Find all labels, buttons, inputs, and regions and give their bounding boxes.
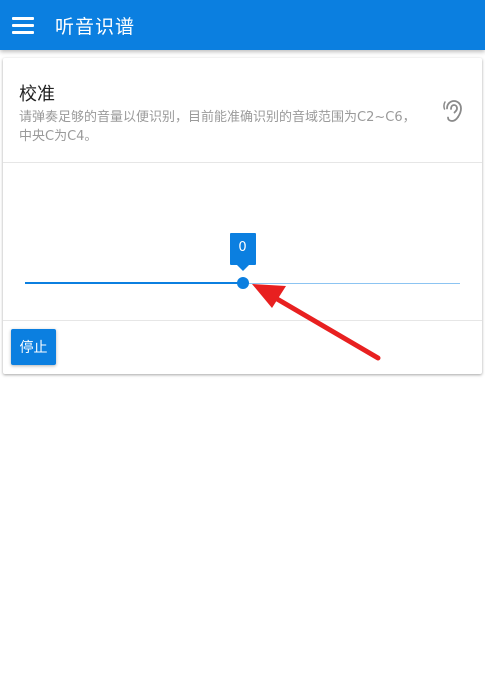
calibration-card: 校准 请弹奏足够的音量以便识别，目前能准确识别的音域范围为C2~C6，中央C为C… xyxy=(3,58,482,374)
menu-icon[interactable] xyxy=(12,15,34,35)
app-title: 听音识谱 xyxy=(55,15,136,38)
slider-value-label: 0 xyxy=(229,233,256,271)
menu-icon-line xyxy=(12,30,34,34)
card-header: 校准 请弹奏足够的音量以便识别，目前能准确识别的音域范围为C2~C6，中央C为C… xyxy=(3,58,482,163)
menu-icon-line xyxy=(12,16,34,20)
calibration-slider: 0 xyxy=(3,163,482,321)
stop-button[interactable]: 停止 xyxy=(11,329,56,365)
card-title: 校准 xyxy=(19,84,55,105)
menu-icon-line xyxy=(12,23,34,27)
card-description: 请弹奏足够的音量以便识别，目前能准确识别的音域范围为C2~C6，中央C为C4。 xyxy=(19,110,416,144)
ear-icon xyxy=(443,100,462,122)
slider-track-fill xyxy=(25,282,243,284)
slider-thumb[interactable] xyxy=(236,277,249,289)
app-bar: 听音识谱 xyxy=(0,0,485,50)
